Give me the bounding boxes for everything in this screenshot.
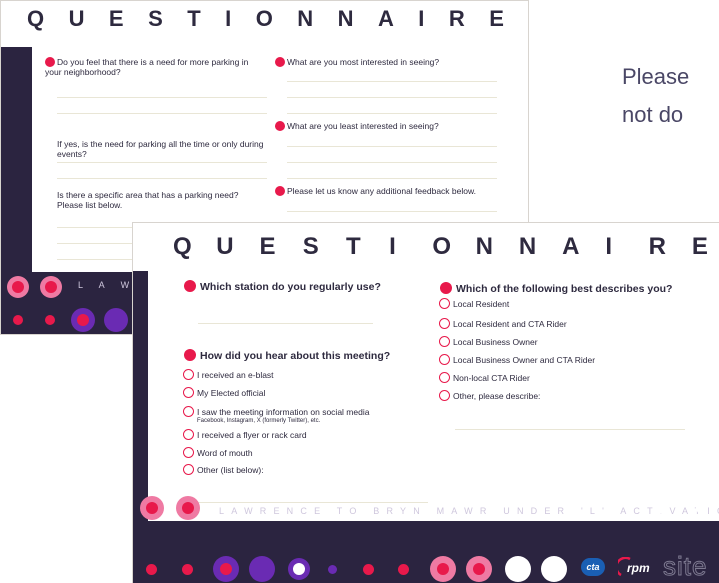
option-other[interactable]: Other (list below):	[183, 464, 264, 476]
option-other-describe[interactable]: Other, please describe:	[439, 390, 540, 402]
radio-circle-icon[interactable]	[439, 298, 450, 309]
bullet-dot-icon	[184, 280, 196, 292]
radio-circle-icon[interactable]	[183, 369, 194, 380]
decorative-circle	[328, 565, 337, 574]
question-parking-area: Is there a specific area that has a park…	[57, 190, 239, 210]
side-text-line-1: Please	[622, 64, 690, 89]
left-band	[133, 271, 148, 521]
answer-line[interactable]	[287, 81, 497, 82]
question-station: Which station do you regularly use?	[184, 280, 381, 293]
radio-circle-icon[interactable]	[439, 318, 450, 329]
bullet-dot-icon	[275, 57, 285, 67]
option-word-of-mouth[interactable]: Word of mouth	[183, 447, 253, 459]
answer-line[interactable]	[198, 323, 373, 324]
decorative-circle	[45, 281, 57, 293]
option-local-business-owner-cta[interactable]: Local Business Owner and CTA Rider	[439, 354, 595, 366]
site-logo: site	[662, 551, 708, 582]
question-describes-you: Which of the following best describes yo…	[440, 282, 672, 295]
option-eblast[interactable]: I received an e-blast	[183, 369, 274, 381]
radio-circle-icon[interactable]	[183, 464, 194, 475]
answer-line[interactable]	[287, 211, 497, 212]
option-flyer[interactable]: I received a flyer or rack card	[183, 429, 307, 441]
question-least-interested: What are you least interested in seeing?	[275, 121, 495, 131]
bullet-dot-icon	[275, 121, 285, 131]
side-text-line-2: not do	[622, 102, 684, 127]
radio-circle-icon[interactable]	[439, 336, 450, 347]
decorative-circle	[696, 502, 708, 514]
answer-line[interactable]	[57, 97, 267, 98]
answer-line[interactable]	[287, 97, 497, 98]
question-additional-feedback: Please let us know any additional feedba…	[275, 186, 505, 196]
decorative-circle	[45, 315, 55, 325]
bullet-dot-icon	[45, 57, 55, 67]
bullet-dot-icon	[440, 282, 452, 294]
decorative-circle	[220, 563, 232, 575]
option-local-resident-cta[interactable]: Local Resident and CTA Rider	[439, 318, 567, 330]
answer-line[interactable]	[57, 178, 267, 179]
bullet-dot-icon	[184, 349, 196, 361]
answer-line[interactable]	[287, 146, 497, 147]
question-parking-frequency: If yes, is the need for parking all the …	[57, 139, 264, 159]
radio-circle-icon[interactable]	[183, 406, 194, 417]
option-nonlocal-cta[interactable]: Non-local CTA Rider	[439, 372, 530, 384]
decorative-circle	[437, 563, 449, 575]
sheet-title: Q U E S T I O N N A I R E	[27, 6, 504, 31]
rpm-logo-text: rpm	[627, 561, 650, 575]
decorative-circle	[293, 563, 305, 575]
answer-line[interactable]	[287, 113, 497, 114]
answer-line[interactable]	[287, 162, 497, 163]
decorative-circle	[12, 281, 24, 293]
option-local-business-owner[interactable]: Local Business Owner	[439, 336, 538, 348]
cta-logo: cta	[581, 558, 605, 576]
decorative-circle	[541, 556, 567, 582]
question-hear-about-meeting: How did you hear about this meeting?	[184, 349, 390, 362]
decorative-circle	[77, 314, 89, 326]
decorative-circle	[182, 502, 194, 514]
decorative-circle	[13, 315, 23, 325]
decorative-circle	[363, 564, 374, 575]
decorative-circle	[146, 502, 158, 514]
radio-circle-icon[interactable]	[183, 387, 194, 398]
option-social-media[interactable]: I saw the meeting information on social …	[183, 406, 369, 425]
option-elected-official[interactable]: My Elected official	[183, 387, 265, 399]
option-subtext: Facebook, Instagram, X (formerly Twitter…	[197, 418, 321, 424]
decorative-circle	[182, 564, 193, 575]
decorative-circle	[104, 308, 128, 332]
question-parking-need: Do you feel that there is a need for mor…	[45, 57, 249, 77]
answer-line[interactable]	[287, 178, 497, 179]
decorative-circle	[398, 564, 409, 575]
answer-line[interactable]	[455, 429, 685, 430]
radio-circle-icon[interactable]	[439, 372, 450, 383]
question-most-interested: What are you most interested in seeing?	[275, 57, 495, 67]
radio-circle-icon[interactable]	[183, 429, 194, 440]
answer-line[interactable]	[198, 502, 428, 503]
sheet-title: Q U E S T I O N N A I R E	[173, 233, 708, 260]
bullet-dot-icon	[275, 186, 285, 196]
left-band	[1, 47, 32, 272]
answer-line[interactable]	[57, 113, 267, 114]
decorative-circle	[146, 564, 157, 575]
option-local-resident[interactable]: Local Resident	[439, 298, 509, 310]
questionnaire-sheet-front: Q U E S T I O N N A I R E Which station …	[132, 222, 719, 583]
decorative-circle	[249, 556, 275, 582]
radio-circle-icon[interactable]	[439, 390, 450, 401]
decorative-circle	[473, 563, 485, 575]
radio-circle-icon[interactable]	[183, 447, 194, 458]
band-label: LAWRENCE TO BRYN MAWR UNDER 'L' ACTIVATI…	[219, 506, 719, 516]
rpm-logo: rpm	[618, 557, 650, 577]
decorative-circle	[505, 556, 531, 582]
decorative-circle	[657, 502, 669, 514]
answer-line[interactable]	[57, 162, 267, 163]
radio-circle-icon[interactable]	[439, 354, 450, 365]
